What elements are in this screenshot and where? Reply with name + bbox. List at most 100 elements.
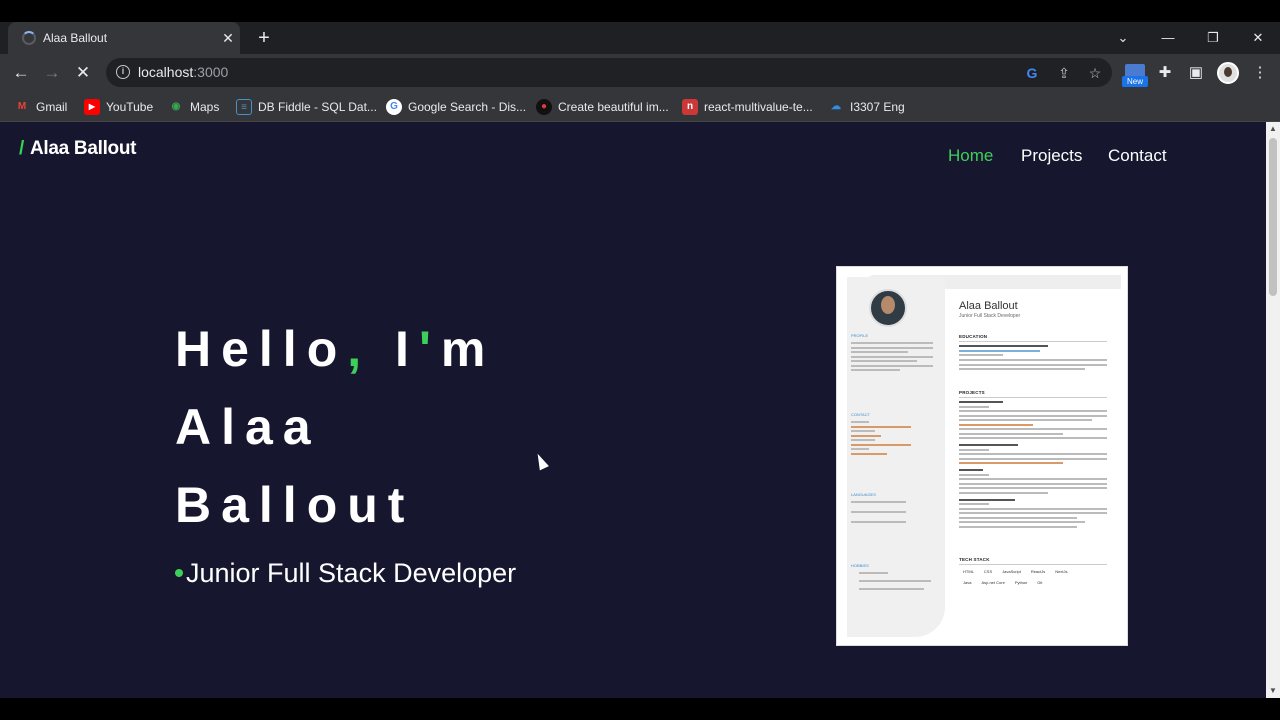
hero-apostrophe: ' [418, 321, 441, 377]
bookmark-carbon[interactable]: ● Create beautiful im... [536, 97, 669, 117]
cv-hobbies-heading: HOBBIES [851, 563, 869, 568]
scroll-up-arrow-icon[interactable]: ▲ [1266, 122, 1280, 136]
hero-greeting: Hello, I'm [175, 320, 495, 378]
bookmark-maps[interactable]: ◉ Maps [168, 97, 220, 117]
extensions-puzzle-icon[interactable]: ✚ [1153, 60, 1177, 86]
bookmark-google-search[interactable]: G Google Search - Dis... [386, 97, 526, 117]
tab-strip: Alaa Ballout ✕ + ⌄ — ❐ ✕ [0, 22, 1280, 54]
new-tab-button[interactable]: + [252, 26, 276, 50]
bookmark-youtube[interactable]: ▶ YouTube [84, 97, 153, 117]
cv-divider [959, 564, 1107, 565]
cv-tech-stack-heading: TECH STACK [959, 557, 990, 562]
chevron-down-icon[interactable]: ⌄ [1111, 26, 1135, 50]
bookmark-label: YouTube [106, 100, 154, 114]
hero-role: Junior Full Stack Developer [175, 558, 516, 589]
bookmark-gmail[interactable]: M Gmail [14, 97, 68, 117]
restore-icon[interactable]: ❐ [1201, 26, 1225, 50]
bookmark-npm[interactable]: n react-multivalue-te... [682, 97, 813, 117]
tab-close-icon[interactable]: ✕ [218, 28, 238, 48]
hero-last-name: Ballout [175, 477, 415, 533]
logo-text: Alaa Ballout [29, 138, 137, 159]
bookmark-label: DB Fiddle - SQL Dat... [258, 100, 377, 114]
bookmarks-bar: M Gmail ▶ YouTube ◉ Maps ≡ DB Fiddle - S… [0, 91, 1280, 122]
hero-first-name: Alaa [175, 399, 321, 455]
cv-divider [959, 341, 1107, 342]
bookmark-label: Create beautiful im... [558, 100, 669, 114]
nav-projects-link[interactable]: Projects [1021, 146, 1082, 166]
role-text: Junior Full Stack Developer [186, 558, 517, 588]
close-window-icon[interactable]: ✕ [1246, 26, 1270, 50]
scroll-down-arrow-icon[interactable]: ▼ [1266, 684, 1280, 698]
hero-i: I [371, 321, 419, 377]
extension-new-icon[interactable]: New [1122, 64, 1148, 88]
cv-preview[interactable]: Alaa Ballout Junior Full Stack Developer… [836, 266, 1128, 646]
tab-title: Alaa Ballout [43, 31, 108, 45]
cv-hobbies-text [859, 572, 931, 593]
profile-avatar[interactable] [1217, 62, 1239, 84]
hero-hello: Hello [175, 321, 348, 377]
cv-profile-heading: PROFILE [851, 333, 869, 338]
minimize-icon[interactable]: — [1156, 26, 1180, 50]
forward-arrow-icon[interactable]: → [39, 60, 65, 86]
cv-tech-row-1: HTML CSS JavaScript ReactJs NextJs [963, 569, 1068, 574]
cv-tech-tag: Git [1037, 580, 1043, 585]
cv-projects-heading: PROJECTS [959, 390, 985, 395]
bookmark-star-icon[interactable]: ☆ [1085, 63, 1105, 83]
bookmark-label: Maps [190, 100, 220, 114]
cv-tech-tag: Asp.net Core [981, 580, 1005, 585]
cv-tech-tag: ReactJs [1030, 569, 1046, 574]
bookmark-label: Google Search - Dis... [408, 100, 527, 114]
logo-slash: / [19, 138, 24, 159]
nav-home-link[interactable]: Home [948, 146, 993, 166]
cv-divider [959, 397, 1107, 398]
page-scrollbar[interactable]: ▲ ▼ [1266, 122, 1280, 698]
cv-name: Alaa Ballout [959, 300, 1018, 312]
back-arrow-icon[interactable]: ← [8, 60, 34, 86]
share-icon[interactable]: ⇪ [1054, 63, 1074, 83]
cv-tech-tag: JavaScript [1002, 569, 1021, 574]
cv-photo [869, 289, 907, 327]
screen-bottom-bar [0, 698, 1280, 720]
carbon-icon: ● [536, 99, 552, 115]
cv-contact-heading: CONTACT [851, 412, 871, 417]
side-panel-icon[interactable]: ▣ [1184, 60, 1208, 86]
gmail-icon: M [17, 101, 27, 112]
cv-education-heading: EDUCATION [959, 334, 988, 339]
cv-profile-text [851, 342, 933, 374]
cv-tech-tag: NextJs [1055, 569, 1068, 574]
stop-loading-icon[interactable]: ✕ [70, 60, 96, 86]
address-bar[interactable]: i localhost:3000 G ⇪ ☆ [106, 58, 1112, 87]
cv-subtitle: Junior Full Stack Developer [959, 313, 1021, 319]
url-text: localhost:3000 [138, 64, 229, 80]
browser-toolbar: ← → ✕ i localhost:3000 G ⇪ ☆ New ✚ ▣ ⋮ [0, 54, 1280, 91]
mouse-cursor-icon [533, 451, 549, 471]
onedrive-icon: ☁ [831, 101, 841, 112]
nav-contact-link[interactable]: Contact [1108, 146, 1167, 166]
cv-tech-tag: Java [963, 580, 972, 585]
bookmark-label: I3307 Eng [850, 100, 905, 114]
google-lens-icon[interactable]: G [1022, 63, 1042, 83]
screen-top-bar [0, 0, 1280, 22]
cv-tech-tag: CSS [983, 569, 993, 574]
maps-icon: ◉ [171, 101, 181, 112]
cv-education-text [959, 345, 1107, 373]
browser-tab[interactable]: Alaa Ballout ✕ [8, 22, 240, 54]
google-icon: G [386, 99, 402, 115]
bookmark-i3307[interactable]: ☁ I3307 Eng [828, 97, 905, 117]
loading-spinner-icon [22, 31, 36, 45]
site-info-icon[interactable]: i [116, 65, 130, 79]
npm-icon: n [682, 99, 698, 115]
cv-tech-row-2: Java Asp.net Core Python Git [963, 580, 1042, 585]
bookmark-label: Gmail [36, 100, 68, 114]
hero-comma: , [347, 321, 372, 377]
site-logo[interactable]: / Alaa Ballout [19, 138, 136, 160]
role-dot-icon [175, 568, 183, 577]
hero-m: m [440, 321, 496, 377]
youtube-icon: ▶ [84, 99, 100, 115]
db-icon: ≡ [236, 99, 252, 115]
more-menu-icon[interactable]: ⋮ [1248, 60, 1272, 86]
cv-tech-tag: Python [1014, 580, 1028, 585]
page-viewport: / Alaa Ballout Home Projects Contact Hell… [0, 122, 1266, 698]
scrollbar-thumb[interactable] [1269, 138, 1277, 296]
bookmark-db-fiddle[interactable]: ≡ DB Fiddle - SQL Dat... [236, 97, 377, 117]
